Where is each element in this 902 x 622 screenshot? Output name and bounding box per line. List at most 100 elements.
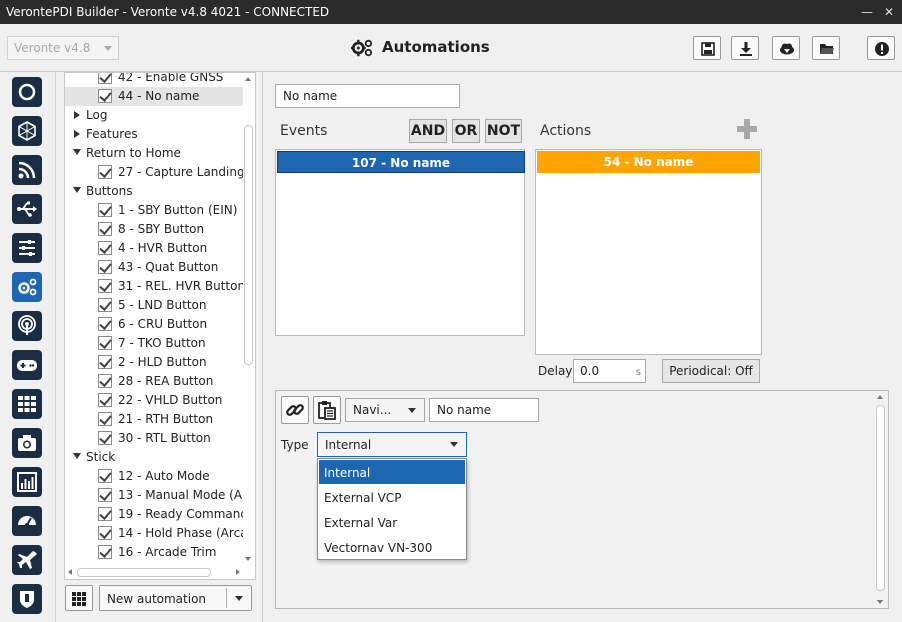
automation-name-input[interactable]: No name [275, 84, 460, 108]
event-item[interactable]: 107 - No name [277, 151, 525, 173]
sidebar-item-power[interactable] [12, 77, 42, 107]
checkbox[interactable] [98, 393, 112, 407]
tree-item[interactable]: 42 - Enable GNSS [65, 73, 243, 87]
checkbox[interactable] [98, 412, 112, 426]
checkbox[interactable] [98, 545, 112, 559]
expanded-arrow-icon[interactable] [73, 187, 81, 193]
tree-item[interactable]: 44 - No name [65, 87, 243, 106]
info-button[interactable] [867, 36, 895, 60]
tree-item[interactable]: 30 - RTL Button [65, 429, 243, 448]
checkbox[interactable] [98, 165, 112, 179]
checkbox[interactable] [98, 488, 112, 502]
paste-button[interactable] [313, 396, 341, 424]
tree-group[interactable]: Log [65, 106, 243, 125]
plus-icon[interactable] [737, 119, 757, 139]
tree-item[interactable]: 6 - CRU Button [65, 315, 243, 334]
tree-group[interactable]: Features [65, 125, 243, 144]
checkbox[interactable] [98, 374, 112, 388]
scroll-thumb[interactable] [77, 568, 211, 577]
sidebar-item-usb[interactable] [12, 194, 42, 224]
checkbox[interactable] [98, 431, 112, 445]
new-automation-select[interactable]: New automation [99, 585, 252, 611]
type-option-internal[interactable]: Internal [319, 460, 465, 484]
minimize-button[interactable]: — [858, 3, 876, 21]
sidebar-item-grid[interactable] [12, 389, 42, 419]
expanded-arrow-icon[interactable] [73, 149, 81, 155]
sidebar-item-chart[interactable] [12, 467, 42, 497]
tree-item[interactable]: 22 - VHLD Button [65, 391, 243, 410]
link-button[interactable] [281, 396, 309, 424]
tree-item[interactable]: 43 - Quat Button [65, 258, 243, 277]
tree-item[interactable]: 12 - Auto Mode [65, 467, 243, 486]
sidebar-item-hexagon[interactable] [12, 116, 42, 146]
tree-group[interactable]: Return to Home [65, 144, 243, 163]
events-list[interactable]: 107 - No name [275, 149, 525, 336]
tree-item[interactable]: 13 - Manual Mode (Arc [65, 486, 243, 505]
periodical-button[interactable]: Periodical: Off [662, 359, 760, 383]
cloud-download-button[interactable] [772, 36, 800, 60]
collapsed-arrow-icon[interactable] [74, 111, 80, 119]
tree-group[interactable]: Stick [65, 448, 243, 467]
checkbox[interactable] [98, 89, 112, 103]
chevron-down-icon[interactable] [235, 596, 243, 601]
checkbox[interactable] [98, 222, 112, 236]
actions-list[interactable]: 54 - No name [535, 149, 762, 355]
checkbox[interactable] [98, 203, 112, 217]
tree-item[interactable]: 31 - REL. HVR Button [65, 277, 243, 296]
scroll-up-icon[interactable] [877, 395, 883, 399]
scroll-down-icon[interactable] [245, 557, 251, 561]
type-option-external-vcp[interactable]: External VCP [319, 485, 465, 509]
tree-item[interactable]: 16 - Arcade Trim [65, 543, 243, 562]
tree-vertical-scrollbar[interactable] [243, 75, 254, 563]
close-button[interactable]: ✕ [880, 3, 898, 21]
checkbox[interactable] [98, 507, 112, 521]
tree-horizontal-scrollbar[interactable] [67, 567, 241, 578]
checkbox[interactable] [98, 317, 112, 331]
navigation-source-select[interactable]: Navi... [345, 398, 425, 422]
tree-item[interactable]: 27 - Capture Landing P [65, 163, 243, 182]
grid-view-button[interactable] [65, 585, 93, 611]
checkbox[interactable] [98, 355, 112, 369]
panel-divider[interactable] [262, 72, 263, 622]
checkbox[interactable] [98, 298, 112, 312]
sidebar-item-broadcast[interactable] [12, 311, 42, 341]
sidebar-item-sliders[interactable] [12, 233, 42, 263]
or-button[interactable]: OR [452, 119, 480, 143]
download-button[interactable] [731, 36, 759, 60]
editor-vertical-scrollbar[interactable] [875, 393, 886, 606]
type-option-external-var[interactable]: External Var [319, 510, 465, 534]
action-item[interactable]: 54 - No name [537, 151, 760, 173]
tree-item[interactable]: 19 - Ready Command [65, 505, 243, 524]
tree-item[interactable]: 1 - SBY Button (EIN) [65, 201, 243, 220]
tree-item[interactable]: 5 - LND Button [65, 296, 243, 315]
checkbox[interactable] [98, 336, 112, 350]
checkbox[interactable] [98, 469, 112, 483]
tree-item[interactable]: 4 - HVR Button [65, 239, 243, 258]
tree-item[interactable]: 28 - REA Button [65, 372, 243, 391]
scroll-up-icon[interactable] [245, 77, 251, 81]
scroll-right-icon[interactable] [236, 569, 240, 575]
tree-group[interactable]: Buttons [65, 182, 243, 201]
sidebar-item-gamepad[interactable] [12, 350, 42, 380]
sidebar-item-shield[interactable] [12, 584, 42, 614]
tree-item[interactable]: 14 - Hold Phase (Arcad [65, 524, 243, 543]
scroll-down-icon[interactable] [877, 600, 883, 604]
checkbox[interactable] [98, 260, 112, 274]
sidebar-item-signal[interactable] [12, 155, 42, 185]
delay-input[interactable]: 0.0 s [573, 359, 646, 383]
tree-item[interactable]: 2 - HLD Button [65, 353, 243, 372]
tree-item[interactable]: 8 - SBY Button [65, 220, 243, 239]
checkbox[interactable] [98, 526, 112, 540]
event-name-input[interactable]: No name [429, 398, 539, 422]
open-folder-button[interactable] [812, 36, 840, 60]
save-button[interactable] [693, 36, 721, 60]
checkbox[interactable] [98, 73, 112, 84]
scroll-left-icon[interactable] [68, 569, 72, 575]
collapsed-arrow-icon[interactable] [74, 130, 80, 138]
version-select[interactable]: Veronte v4.8 [7, 36, 119, 60]
tree-item[interactable]: 21 - RTH Button [65, 410, 243, 429]
scroll-thumb[interactable] [876, 405, 885, 591]
checkbox[interactable] [98, 241, 112, 255]
sidebar-item-camera[interactable] [12, 428, 42, 458]
checkbox[interactable] [98, 279, 112, 293]
